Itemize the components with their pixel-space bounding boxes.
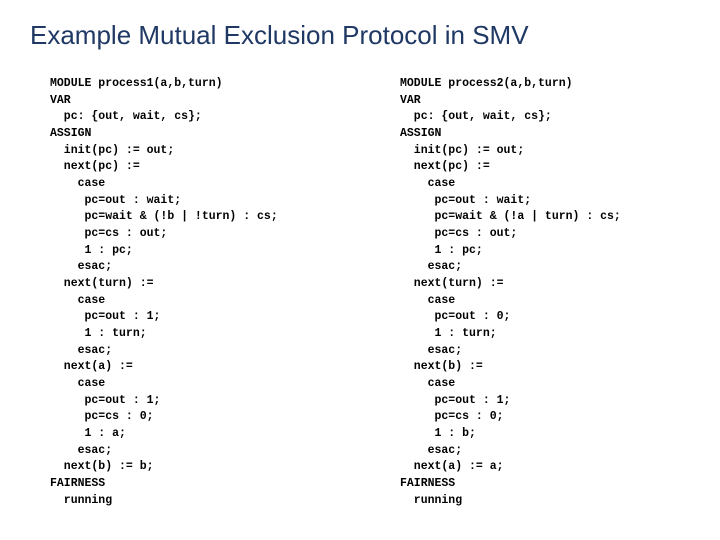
slide: Example Mutual Exclusion Protocol in SMV… [0,0,720,529]
right-column: MODULE process2(a,b,turn) VAR pc: {out, … [400,76,690,509]
code-columns: MODULE process1(a,b,turn) VAR pc: {out, … [30,76,690,509]
code-process1: MODULE process1(a,b,turn) VAR pc: {out, … [50,76,340,509]
slide-title: Example Mutual Exclusion Protocol in SMV [30,20,690,51]
left-column: MODULE process1(a,b,turn) VAR pc: {out, … [50,76,340,509]
code-process2: MODULE process2(a,b,turn) VAR pc: {out, … [400,76,690,509]
